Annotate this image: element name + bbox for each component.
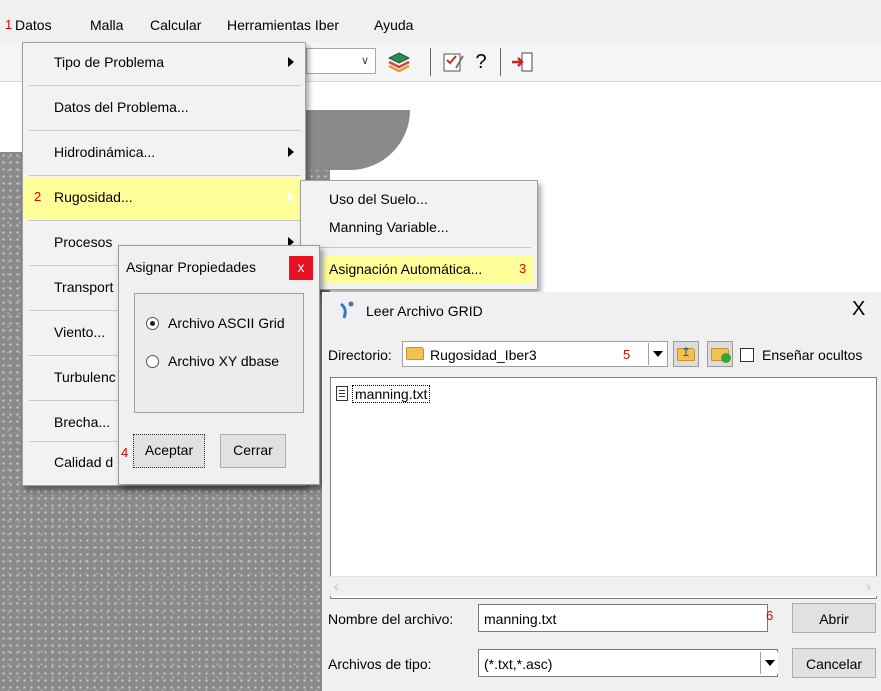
filetype-select[interactable]: (*.txt,*.asc): [478, 649, 778, 677]
toolbar-separator: [500, 48, 501, 76]
step-marker-4: 4: [121, 445, 129, 460]
dialog-title: Leer Archivo GRID: [366, 303, 483, 319]
step-marker-1: 1: [5, 17, 13, 32]
menu-herramientas-iber[interactable]: Herramientas Iber: [227, 17, 339, 33]
text-file-icon: [336, 386, 348, 401]
filename-value: manning.txt: [484, 611, 557, 627]
menu-item-label: Brecha...: [54, 414, 111, 430]
submenu-arrow-icon: [288, 57, 294, 67]
chevron-down-icon[interactable]: ∨: [356, 49, 374, 73]
submenu-arrow-icon: [288, 147, 294, 157]
show-hidden-label: Enseñar ocultos: [762, 347, 863, 363]
file-list[interactable]: [330, 377, 877, 599]
folder-icon: [406, 347, 424, 360]
menu-separator: [29, 175, 301, 176]
scroll-right-icon[interactable]: ›: [866, 578, 871, 594]
dropdown-arrow-icon[interactable]: [648, 343, 666, 365]
directory-value: Rugosidad_Iber3: [430, 347, 537, 363]
menu-item-label: Turbulenc: [54, 369, 116, 385]
menu-item-hidrodinamica[interactable]: Hidrodinámica...: [24, 133, 304, 175]
filename-input[interactable]: manning.txt 6: [478, 604, 773, 632]
menu-item-datos-problema[interactable]: Datos del Problema...: [24, 88, 304, 130]
radio-archivo-xy[interactable]: [146, 355, 159, 368]
dropdown-arrow-icon[interactable]: [760, 652, 778, 674]
menu-item-label: Datos del Problema...: [54, 99, 189, 115]
menu-item-label: Viento...: [54, 324, 106, 340]
abrir-button[interactable]: Abrir: [792, 603, 876, 633]
menu-datos[interactable]: Datos: [15, 17, 52, 33]
close-icon[interactable]: x: [289, 256, 313, 280]
iber-app-icon: [338, 300, 356, 320]
menu-item-label: Transport: [54, 279, 114, 295]
filetype-value: (*.txt,*.asc): [484, 656, 553, 672]
step-marker-6: 6: [766, 608, 774, 623]
step-marker-3: 3: [519, 261, 527, 276]
show-hidden-checkbox[interactable]: [740, 348, 754, 362]
filename-label: Nombre del archivo:: [328, 611, 454, 627]
directorio-label: Directorio:: [328, 347, 392, 363]
plus-badge-icon: [721, 353, 731, 363]
aceptar-button[interactable]: Aceptar: [133, 434, 205, 468]
up-arrow-icon: ↥: [681, 345, 692, 359]
close-icon[interactable]: X: [852, 298, 865, 321]
new-folder-icon[interactable]: [707, 341, 733, 367]
submenu-item-uso-suelo[interactable]: Uso del Suelo...: [329, 191, 428, 207]
cerrar-button[interactable]: Cerrar: [220, 434, 286, 468]
menu-ayuda[interactable]: Ayuda: [374, 17, 413, 33]
layers-icon[interactable]: [386, 50, 412, 74]
file-item-manning[interactable]: manning.txt: [352, 385, 431, 403]
submenu-item-asignacion-automatica[interactable]: Asignación Automática... 3: [323, 255, 533, 283]
menubar: 1 Datos Malla Calcular Herramientas Iber…: [0, 0, 881, 42]
option-archivo-ascii-label: Archivo ASCII Grid: [168, 315, 285, 331]
filetype-label: Archivos de tipo:: [328, 656, 432, 672]
checklist-icon[interactable]: [440, 50, 466, 74]
radio-archivo-ascii[interactable]: [146, 317, 159, 330]
menu-item-label: Hidrodinámica...: [54, 144, 156, 160]
menu-separator: [29, 130, 301, 131]
menu-separator: [309, 247, 531, 248]
menu-item-label: Rugosidad...: [54, 189, 133, 205]
scroll-left-icon[interactable]: ‹: [334, 578, 339, 594]
option-archivo-xy-label: Archivo XY dbase: [168, 353, 280, 369]
menu-item-label: Tipo de Problema: [54, 54, 164, 70]
folder-up-icon[interactable]: ↥: [673, 341, 699, 367]
submenu-arrow-icon: [288, 192, 294, 202]
cancelar-button[interactable]: Cancelar: [792, 648, 876, 678]
menu-item-rugosidad[interactable]: 2 Rugosidad...: [24, 178, 304, 220]
menu-item-tipo-problema[interactable]: Tipo de Problema: [24, 43, 304, 85]
help-question-icon[interactable]: ?: [468, 50, 494, 74]
step-marker-5: 5: [623, 347, 631, 362]
toolbar-separator: [430, 48, 431, 76]
step-marker-2: 2: [34, 189, 42, 204]
menu-calcular[interactable]: Calcular: [150, 17, 201, 33]
menu-item-label: Procesos: [54, 234, 113, 250]
menu-item-label: Calidad d: [54, 454, 114, 470]
horizontal-scrollbar[interactable]: ‹ ›: [330, 576, 877, 596]
rugosidad-submenu: Uso del Suelo... Manning Variable... Asi…: [300, 180, 538, 290]
mesh-edge: [290, 110, 410, 170]
submenu-item-manning-variable[interactable]: Manning Variable...: [329, 219, 449, 235]
submenu-item-label: Asignación Automática...: [329, 261, 483, 277]
menu-malla[interactable]: Malla: [90, 17, 123, 33]
menu-separator: [29, 85, 301, 86]
dialog-title: Asignar Propiedades: [126, 259, 256, 275]
menu-separator: [29, 220, 301, 221]
exit-icon[interactable]: [510, 50, 536, 74]
